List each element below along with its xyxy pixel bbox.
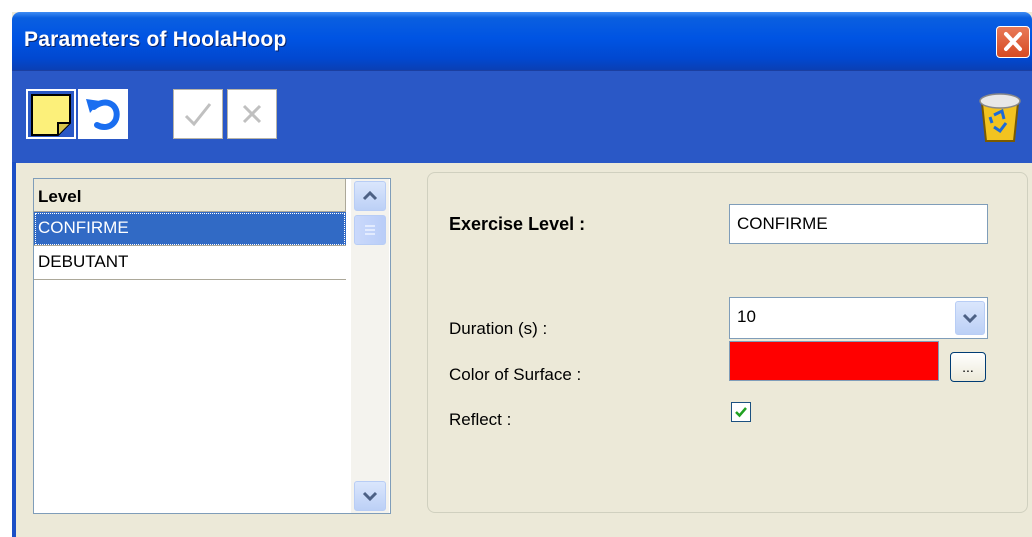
chevron-down-icon [362,491,378,502]
list-item-label: CONFIRME [38,218,129,237]
surface-color-swatch [729,341,939,381]
toolbar [12,70,1032,163]
new-button[interactable] [26,89,76,139]
vertical-scrollbar[interactable] [351,179,389,513]
scroll-down-button[interactable] [354,481,386,511]
undo-arrow-icon [80,91,126,137]
checkmark-icon [184,103,212,127]
level-list[interactable]: Level CONFIRME DEBUTANT [33,178,391,514]
cancel-button[interactable] [227,89,277,139]
reflect-label: Reflect : [449,410,512,429]
window-title: Parameters of HoolaHoop [24,28,287,51]
exercise-level-input[interactable]: CONFIRME [729,204,988,244]
color-of-surface-label: Color of Surface : [449,365,582,384]
exercise-level-label: Exercise Level : [449,214,586,234]
recycle-bin-icon [979,93,1021,142]
duration-select[interactable]: 10 [729,297,988,339]
duration-dropdown-button[interactable] [955,301,985,335]
grip-icon [365,225,375,235]
chevron-up-icon [362,190,378,201]
reflect-checkbox[interactable] [731,402,751,422]
duration-label: Duration (s) : [449,319,548,338]
cancel-x-icon [242,104,262,124]
undo-button[interactable] [78,89,128,139]
title-bar[interactable]: Parameters of HoolaHoop [12,12,1032,70]
close-icon [1004,32,1022,51]
scroll-up-button[interactable] [354,181,386,211]
window-left-border [12,162,16,537]
choose-color-button[interactable]: ... [950,352,986,382]
level-column-header[interactable]: Level [34,179,346,212]
list-item-confirme[interactable]: CONFIRME [34,212,346,246]
close-button[interactable] [996,26,1030,58]
duration-value: 10 [737,307,756,326]
new-note-icon [31,94,71,136]
checkmark-icon [735,407,747,418]
parameters-window: Parameters of HoolaHoop Level CONFIRME D… [12,12,1032,537]
chevron-down-icon [962,313,978,324]
recycle-bin-button[interactable] [972,87,1028,143]
list-item-debutant[interactable]: DEBUTANT [34,246,346,280]
apply-button[interactable] [173,89,223,139]
scroll-thumb[interactable] [354,215,386,245]
list-item-label: DEBUTANT [38,252,129,271]
